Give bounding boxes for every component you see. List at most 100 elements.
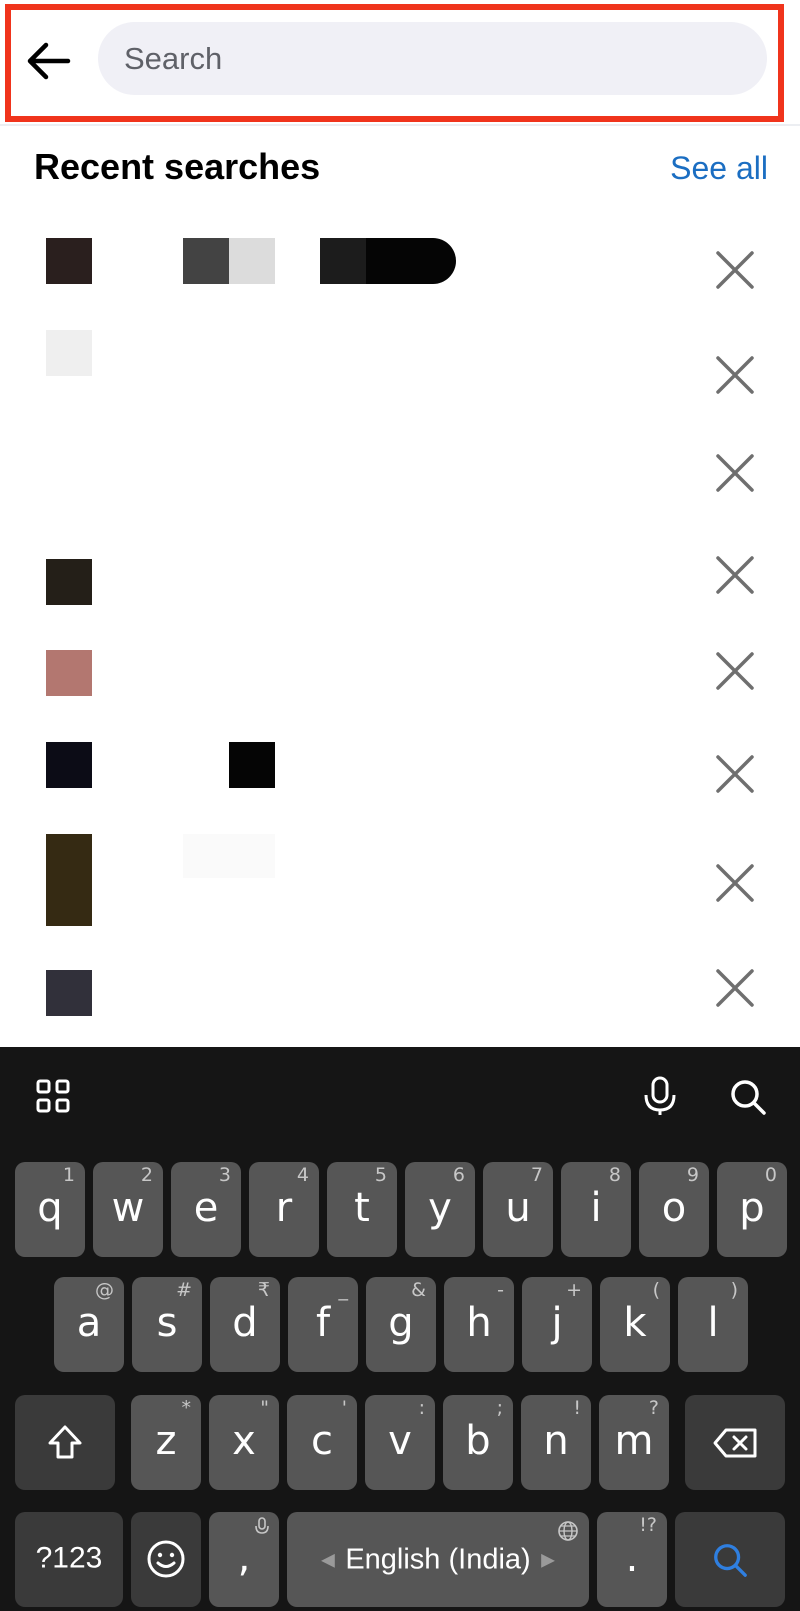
key-u[interactable]: u7 xyxy=(483,1162,553,1257)
search-field[interactable] xyxy=(98,22,767,95)
key-e[interactable]: e3 xyxy=(171,1162,241,1257)
space-key[interactable]: ◀ English (India) ▶ xyxy=(287,1512,589,1607)
key-hint: - xyxy=(497,1279,504,1301)
key-f[interactable]: f _ xyxy=(288,1277,358,1372)
close-icon xyxy=(716,969,754,1007)
key-hint: 1 xyxy=(62,1164,75,1186)
key-w[interactable]: w2 xyxy=(93,1162,163,1257)
list-item[interactable] xyxy=(0,420,800,510)
list-item[interactable] xyxy=(0,725,800,815)
backspace-key[interactable] xyxy=(685,1395,785,1490)
key-j[interactable]: j + xyxy=(522,1277,592,1372)
key-hint: : xyxy=(418,1397,425,1419)
remove-search-button[interactable] xyxy=(712,352,758,398)
key-h[interactable]: h- xyxy=(444,1277,514,1372)
voice-input-button[interactable] xyxy=(640,1075,680,1117)
remove-search-button[interactable] xyxy=(712,860,758,906)
result-thumbnail xyxy=(46,970,92,1016)
key-hint: 0 xyxy=(764,1164,777,1186)
remove-search-button[interactable] xyxy=(712,965,758,1011)
remove-search-button[interactable] xyxy=(712,552,758,598)
key-label: i xyxy=(590,1184,602,1231)
key-i[interactable]: i8 xyxy=(561,1162,631,1257)
redacted-text xyxy=(183,834,275,878)
key-n[interactable]: n! xyxy=(521,1395,591,1490)
comma-key[interactable]: , xyxy=(209,1512,279,1607)
list-item[interactable] xyxy=(0,535,800,625)
key-k[interactable]: k( xyxy=(600,1277,670,1372)
search-icon xyxy=(714,1544,747,1577)
key-s[interactable]: s # xyxy=(132,1277,202,1372)
key-hint: 9 xyxy=(686,1164,699,1186)
key-x[interactable]: x " xyxy=(209,1395,279,1490)
redacted-text xyxy=(320,238,366,284)
back-button[interactable] xyxy=(22,36,76,86)
period-key-label: . xyxy=(625,1534,639,1581)
key-b[interactable]: b; xyxy=(443,1395,513,1490)
keyboard-toolbar xyxy=(0,1047,800,1147)
close-icon xyxy=(716,356,754,394)
key-label: m xyxy=(614,1417,654,1464)
key-p[interactable]: p0 xyxy=(717,1162,787,1257)
key-label: j xyxy=(551,1299,563,1346)
remove-search-button[interactable] xyxy=(712,450,758,496)
close-icon xyxy=(716,556,754,594)
grid-icon xyxy=(36,1079,70,1113)
key-c[interactable]: c ' xyxy=(287,1395,357,1490)
key-o[interactable]: o9 xyxy=(639,1162,709,1257)
period-key-hint: !? xyxy=(639,1514,657,1536)
key-label: a xyxy=(76,1299,102,1346)
list-item[interactable] xyxy=(0,215,800,305)
backspace-icon xyxy=(713,1428,757,1458)
key-hint: 8 xyxy=(608,1164,621,1186)
search-input[interactable] xyxy=(122,39,767,78)
key-q[interactable]: q1 xyxy=(15,1162,85,1257)
key-label: t xyxy=(354,1184,370,1231)
remove-search-button[interactable] xyxy=(712,751,758,797)
keyboard-search-button[interactable] xyxy=(728,1077,768,1117)
key-m[interactable]: m? xyxy=(599,1395,669,1490)
key-hint: ( xyxy=(652,1279,660,1301)
symbols-key-label: ?123 xyxy=(35,1541,103,1575)
key-label: e xyxy=(193,1184,219,1231)
key-hint: 4 xyxy=(296,1164,309,1186)
see-all-link[interactable]: See all xyxy=(670,150,768,187)
key-d[interactable]: d ₹ xyxy=(210,1277,280,1372)
key-z[interactable]: z * xyxy=(131,1395,201,1490)
key-a[interactable]: a @ xyxy=(54,1277,124,1372)
key-label: o xyxy=(661,1184,687,1231)
microphone-icon xyxy=(644,1076,676,1115)
key-l[interactable]: l) xyxy=(678,1277,748,1372)
key-label: q xyxy=(37,1184,63,1231)
emoji-key[interactable] xyxy=(131,1512,201,1607)
key-r[interactable]: r4 xyxy=(249,1162,319,1257)
remove-search-button[interactable] xyxy=(712,648,758,694)
redacted-text xyxy=(229,238,275,284)
key-label: p xyxy=(739,1184,765,1231)
key-label: n xyxy=(543,1417,569,1464)
key-hint: _ xyxy=(338,1279,349,1301)
list-item[interactable] xyxy=(0,830,800,930)
apps-grid-button[interactable] xyxy=(36,1079,70,1113)
result-thumbnail xyxy=(46,559,92,605)
close-icon xyxy=(716,454,754,492)
search-action-key[interactable] xyxy=(675,1512,785,1607)
key-hint: # xyxy=(176,1279,192,1301)
key-label: k xyxy=(623,1299,647,1346)
key-label: l xyxy=(707,1299,719,1346)
key-hint: & xyxy=(411,1279,426,1301)
list-item[interactable] xyxy=(0,630,800,720)
key-v[interactable]: v: xyxy=(365,1395,435,1490)
key-hint: ! xyxy=(573,1397,581,1419)
key-g[interactable]: g & xyxy=(366,1277,436,1372)
remove-search-button[interactable] xyxy=(712,247,758,293)
key-label: d xyxy=(232,1299,258,1346)
list-item[interactable] xyxy=(0,945,800,1035)
period-key[interactable]: . !? xyxy=(597,1512,667,1607)
shift-key[interactable] xyxy=(15,1395,115,1490)
shift-icon xyxy=(48,1425,82,1459)
list-item[interactable] xyxy=(0,310,800,400)
key-y[interactable]: y6 xyxy=(405,1162,475,1257)
key-t[interactable]: t5 xyxy=(327,1162,397,1257)
symbols-key[interactable]: ?123 xyxy=(15,1512,123,1607)
